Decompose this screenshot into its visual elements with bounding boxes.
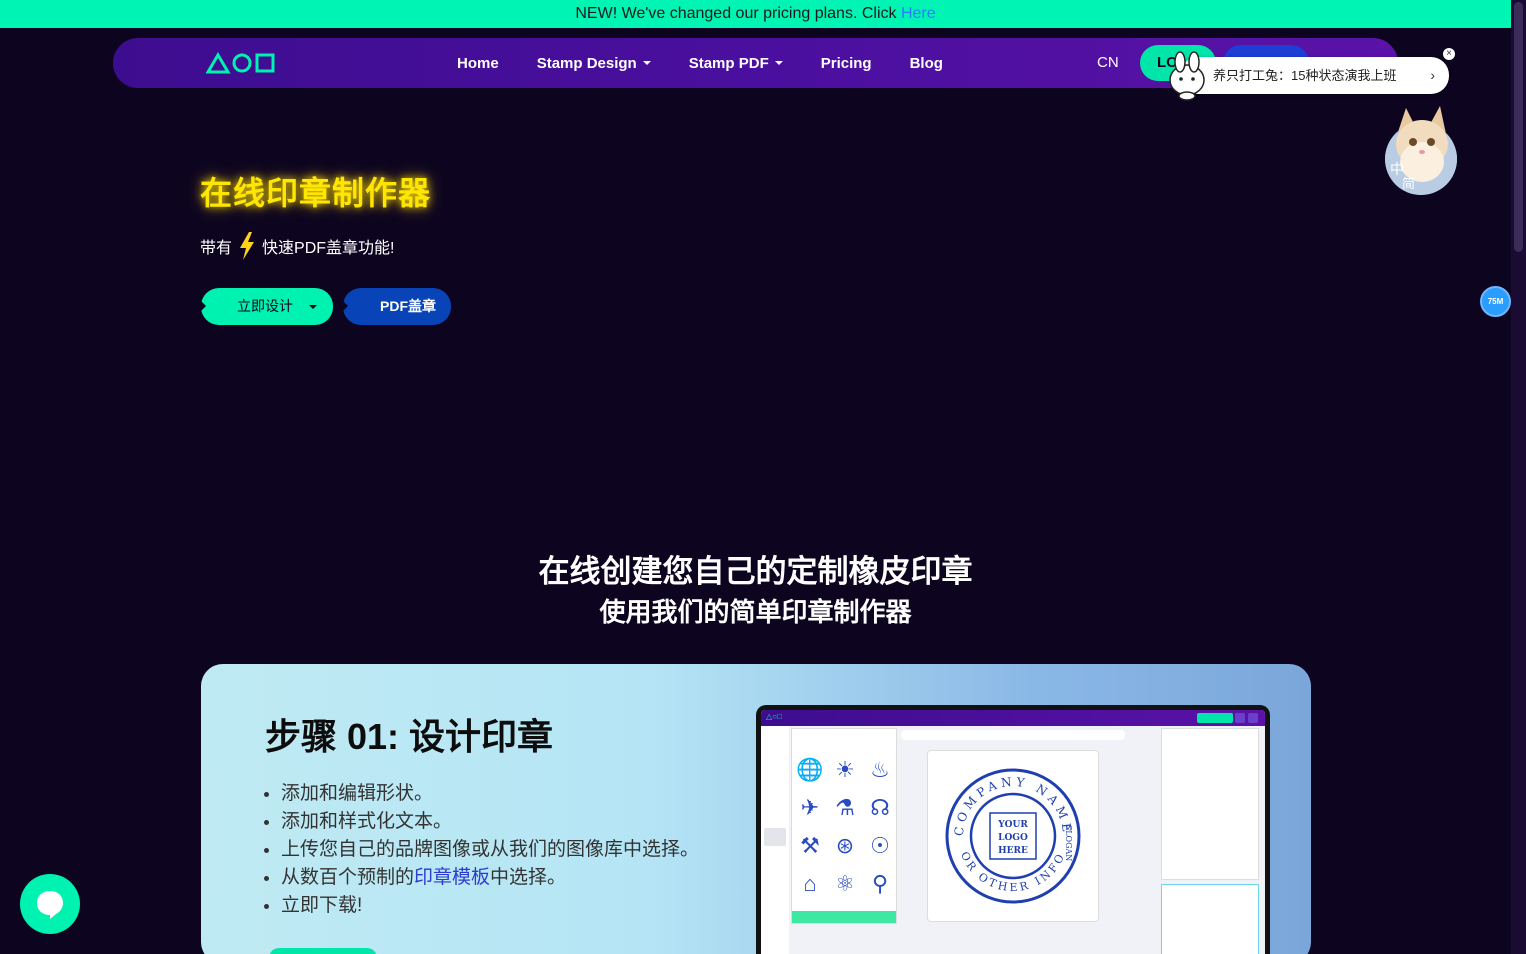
list-item-text: 从数百个预制的 bbox=[281, 867, 415, 888]
list-item: 从数百个预制的印章模板中选择。 bbox=[281, 866, 699, 890]
mockup-upload-bar bbox=[792, 911, 896, 923]
mockup-topbar: △○□ bbox=[761, 710, 1265, 726]
step-card: 步骤 01: 设计印章 添加和编辑形状。 添加和样式化文本。 上传您自己的品牌图… bbox=[201, 664, 1311, 954]
nav-stamp-design[interactable]: Stamp Design bbox=[537, 55, 651, 72]
list-item: 添加和样式化文本。 bbox=[281, 810, 699, 834]
list-item: 立即下载! bbox=[281, 894, 699, 918]
cat-avatar-widget[interactable]: 中 简 bbox=[1384, 104, 1458, 196]
stamp-slogan-text: SLOGAN bbox=[1064, 825, 1073, 862]
announcement-link[interactable]: Here bbox=[901, 5, 936, 22]
gear-icon bbox=[1235, 713, 1245, 723]
fire-icon: ♨ bbox=[870, 757, 890, 782]
stamp-templates-link[interactable]: 印章模板 bbox=[414, 867, 490, 888]
chevron-down-icon bbox=[774, 61, 783, 65]
nav-stamp-pdf[interactable]: Stamp PDF bbox=[689, 55, 783, 72]
mockup-canvas: COMPANY NAME OR OTHER INFO SLOGAN YOUR L… bbox=[927, 750, 1099, 922]
mockup-screen: △○□ 🌐 ☀ ♨ ✈ ⚗ ☊ ⚒ ⊛ ☉ ⌂ ⚛ ⚲ COMPANY NAME… bbox=[761, 710, 1265, 954]
language-switch[interactable]: CN bbox=[1097, 38, 1119, 88]
step-list: 添加和编辑形状。 添加和样式化文本。 上传您自己的品牌图像或从我们的图像库中选择… bbox=[281, 782, 699, 922]
logo-icon bbox=[206, 52, 275, 74]
nav-stamp-pdf-label: Stamp PDF bbox=[688, 54, 769, 72]
design-now-label: 立即设计 bbox=[237, 298, 293, 314]
hero-subtitle: 带有 快速PDF盖章功能! bbox=[200, 232, 394, 260]
rabbit-mascot-icon[interactable] bbox=[1166, 50, 1208, 102]
section-subtitle: 使用我们的简单印章制作器 bbox=[599, 597, 912, 627]
stamp-preview: COMPANY NAME OR OTHER INFO SLOGAN YOUR L… bbox=[945, 768, 1081, 904]
announcement-text: NEW! We've changed our pricing plans. Cl… bbox=[575, 5, 901, 22]
mockup-layers-panel bbox=[1161, 884, 1259, 954]
list-item: 上传您自己的品牌图像或从我们的图像库中选择。 bbox=[281, 838, 699, 862]
chevron-down-icon bbox=[309, 305, 317, 309]
stamp-logo-line-1: YOUR bbox=[997, 820, 1028, 830]
nav-home[interactable]: Home bbox=[457, 55, 499, 72]
telescope-icon: ⚲ bbox=[871, 871, 889, 896]
step-cta-button[interactable] bbox=[269, 948, 377, 954]
pdf-stamp-button[interactable]: PDF盖章 bbox=[343, 288, 451, 325]
mockup-shapes-tool bbox=[764, 738, 786, 756]
svg-text:OR OTHER INFO: OR OTHER INFO bbox=[958, 850, 1068, 895]
editor-mockup: △○□ 🌐 ☀ ♨ ✈ ⚗ ☊ ⚒ ⊛ ☉ ⌂ ⚛ ⚲ COMPANY NAME… bbox=[756, 705, 1270, 954]
astronaut-icon: ☉ bbox=[870, 833, 890, 858]
gavel-icon: ⚒ bbox=[800, 833, 820, 858]
stamp-bottom-text: OR OTHER INFO bbox=[958, 850, 1065, 895]
plane-icon: ✈ bbox=[800, 795, 820, 820]
pdf-stamp-label: PDF盖章 bbox=[380, 298, 436, 314]
avatar-label-zh: 中 bbox=[1390, 162, 1404, 178]
promo-popup-text: 养只打工兔：15种状态演我上班 bbox=[1213, 68, 1397, 83]
nav-stamp-design-label: Stamp Design bbox=[536, 54, 637, 72]
microscope-icon: ⚗ bbox=[835, 795, 855, 820]
play-icon bbox=[343, 301, 348, 311]
stamp-logo-line-3: HERE bbox=[998, 846, 1028, 856]
popup-close-button[interactable]: × bbox=[1443, 48, 1455, 60]
chevron-right-icon: › bbox=[1430, 67, 1435, 83]
chevron-down-icon bbox=[642, 61, 651, 65]
avatar-label-simplified: 简 bbox=[1402, 176, 1415, 192]
atom-icon: ⚛ bbox=[835, 871, 855, 896]
stamp-logo-line-2: LOGO bbox=[998, 833, 1028, 843]
factory-icon: ⌂ bbox=[803, 871, 817, 896]
mockup-text-tool bbox=[764, 768, 786, 786]
nav-blog-label: Blog bbox=[909, 54, 943, 72]
list-item-text: 中选择。 bbox=[490, 867, 567, 888]
play-icon bbox=[201, 301, 206, 311]
stethoscope-icon: ☊ bbox=[870, 795, 890, 820]
mockup-toolbar bbox=[901, 730, 1125, 740]
memory-badge[interactable]: 75M bbox=[1480, 286, 1511, 317]
design-now-button[interactable]: 立即设计 bbox=[201, 288, 333, 325]
mockup-images-tool bbox=[764, 828, 786, 846]
sun-icon: ☀ bbox=[835, 757, 855, 782]
hero-subtitle-prefix: 带有 bbox=[200, 240, 233, 257]
announcement-bar: NEW! We've changed our pricing plans. Cl… bbox=[0, 0, 1511, 28]
nav-home-label: Home bbox=[457, 54, 499, 72]
list-item: 添加和编辑形状。 bbox=[281, 782, 699, 806]
chat-icon bbox=[37, 891, 63, 919]
section-title: 在线创建您自己的定制橡皮印章 bbox=[538, 554, 973, 589]
mockup-sidebar bbox=[761, 726, 789, 954]
site-logo[interactable] bbox=[206, 50, 276, 76]
hero-subtitle-suffix: 快速PDF盖章功能! bbox=[262, 240, 395, 257]
page-scrollbar[interactable] bbox=[1511, 0, 1526, 954]
lightning-icon bbox=[240, 232, 255, 260]
scrollbar-thumb[interactable] bbox=[1514, 2, 1523, 252]
promo-popup[interactable]: 养只打工兔：15种状态演我上班 › bbox=[1180, 57, 1449, 94]
mockup-download-button bbox=[1197, 713, 1233, 723]
moon-icon bbox=[1248, 713, 1258, 723]
hero-title: 在线印章制作器 bbox=[200, 175, 432, 211]
ufo-icon: ⊛ bbox=[835, 833, 855, 858]
chat-button[interactable] bbox=[20, 874, 80, 934]
mockup-logo: △○□ bbox=[766, 712, 782, 721]
globe-icon: 🌐 bbox=[796, 757, 824, 782]
nav-pricing-label: Pricing bbox=[820, 54, 872, 72]
mockup-templates-tool bbox=[764, 798, 786, 816]
nav-pricing[interactable]: Pricing bbox=[821, 55, 872, 72]
mockup-properties-panel bbox=[1161, 728, 1259, 880]
step-title: 步骤 01: 设计印章 bbox=[265, 716, 554, 757]
mockup-icon-library: 🌐 ☀ ♨ ✈ ⚗ ☊ ⚒ ⊛ ☉ ⌂ ⚛ ⚲ bbox=[791, 728, 897, 924]
nav-links: Home Stamp Design Stamp PDF Pricing Blog bbox=[457, 38, 943, 88]
nav-blog[interactable]: Blog bbox=[910, 55, 943, 72]
